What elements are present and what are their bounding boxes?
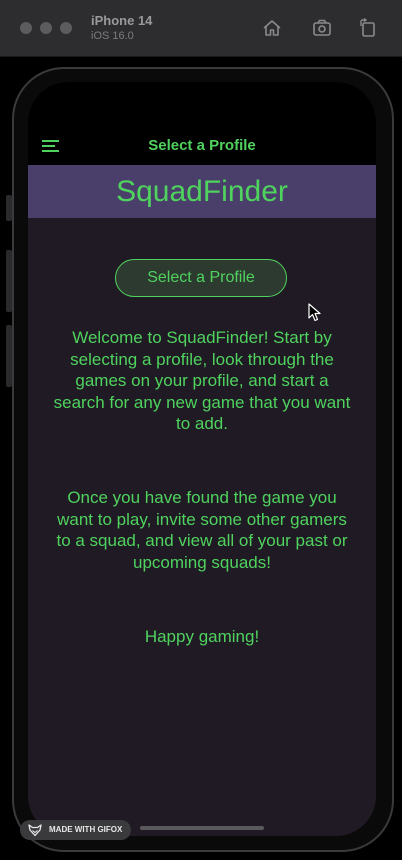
squad-paragraph: Once you have found the game you want to… xyxy=(56,488,348,572)
screenshot-icon[interactable] xyxy=(311,17,333,39)
device-volume-up xyxy=(6,250,12,312)
app-screen: Select a Profile SquadFinder Select a Pr… xyxy=(28,82,376,836)
simulator-window: iPhone 14 iOS 16.0 Select a Profile Squa… xyxy=(0,0,402,860)
welcome-paragraph: Welcome to SquadFinder! Start by selecti… xyxy=(53,328,351,433)
navigation-bar: Select a Profile xyxy=(28,130,376,165)
simulator-toolbar: iPhone 14 iOS 16.0 xyxy=(0,0,402,57)
nav-title: Select a Profile xyxy=(148,137,256,154)
mouse-cursor-icon xyxy=(308,303,321,322)
gifox-watermark: MADE WITH GIFOX xyxy=(20,820,131,840)
status-bar xyxy=(28,82,376,130)
zoom-window-button[interactable] xyxy=(60,22,72,34)
app-banner: SquadFinder xyxy=(28,165,376,218)
rotate-icon[interactable] xyxy=(357,17,379,39)
watermark-text: MADE WITH GIFOX xyxy=(49,825,123,834)
minimize-window-button[interactable] xyxy=(40,22,52,34)
happy-gaming-text: Happy gaming! xyxy=(144,627,260,646)
home-icon[interactable] xyxy=(261,17,283,39)
os-version: iOS 16.0 xyxy=(91,30,134,42)
app-title: SquadFinder xyxy=(116,175,288,208)
select-profile-button[interactable]: Select a Profile xyxy=(115,259,287,297)
fox-logo-icon xyxy=(28,824,42,837)
device-volume-down xyxy=(6,325,12,387)
device-mute-switch xyxy=(6,195,12,221)
close-window-button[interactable] xyxy=(20,22,32,34)
device-name: iPhone 14 xyxy=(91,13,153,28)
home-indicator[interactable] xyxy=(140,826,264,830)
